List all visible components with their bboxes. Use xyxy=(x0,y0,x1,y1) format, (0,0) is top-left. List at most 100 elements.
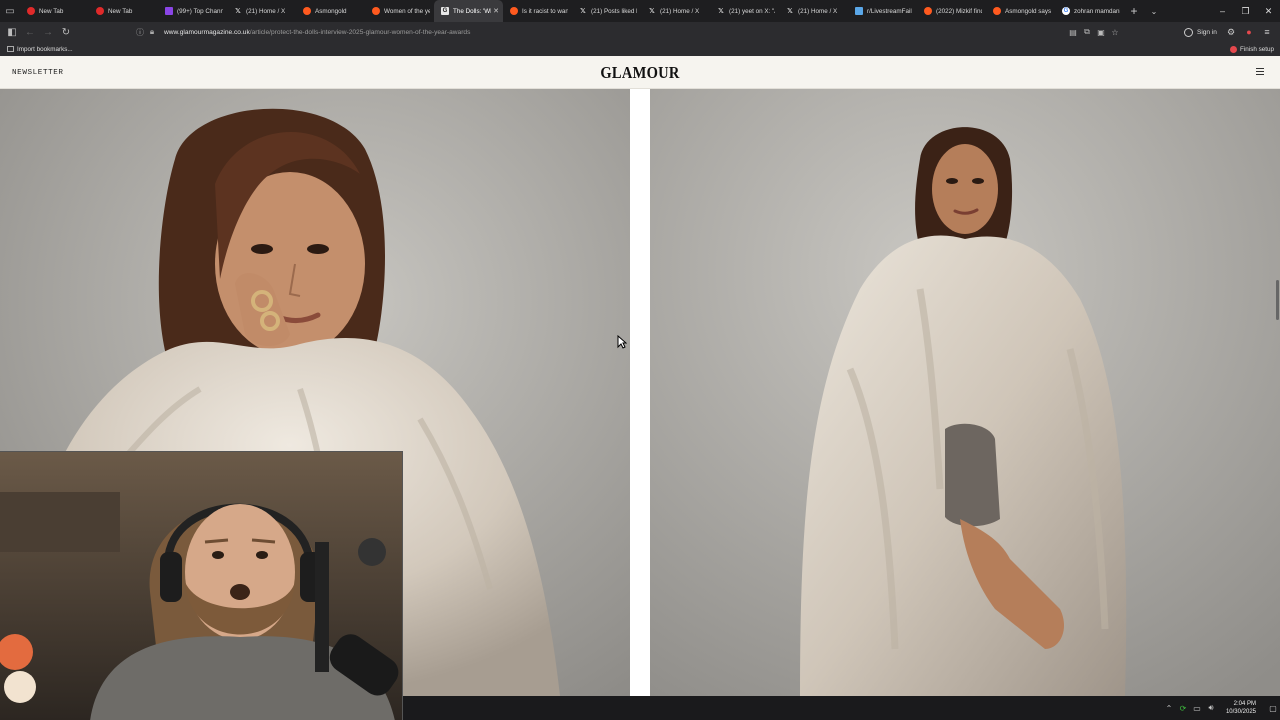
browser-tab[interactable]: 𝕏 (21) Home / X xyxy=(227,0,296,22)
bookmark-star-icon[interactable]: ☆ xyxy=(1108,28,1122,37)
site-info-icon[interactable]: ⓘ xyxy=(134,27,146,38)
import-bookmarks-label: Import bookmarks... xyxy=(17,45,73,53)
browser-tab[interactable]: 𝕏 (21) Posts liked by xyxy=(572,0,641,22)
url-path: /article/protect-the-dolls-interview-202… xyxy=(249,28,471,36)
copilot-icon[interactable]: ● xyxy=(1240,27,1258,37)
site-menu-icon[interactable] xyxy=(1256,68,1264,75)
browser-tab[interactable]: Is it racist to want xyxy=(503,0,572,22)
browser-tab[interactable]: 𝕏 (21) yeet on X: "A xyxy=(710,0,779,22)
tab-title: (2022) Mizkif finds xyxy=(936,7,982,15)
url-host: www.glamourmagazine.co.uk xyxy=(164,28,250,36)
reddit-icon xyxy=(510,7,518,15)
browser-tab[interactable]: r/LivestreamFail xyxy=(848,0,917,22)
x-icon: 𝕏 xyxy=(718,7,724,15)
sync-icon[interactable]: ⟳ xyxy=(1176,704,1190,713)
full-length-illustration xyxy=(650,89,1280,696)
browser-tab[interactable]: 𝕏 (21) Home / X xyxy=(641,0,710,22)
browser-tab[interactable]: Asmongold says / xyxy=(986,0,1055,22)
toolbar-right-actions: ⚙ ● ≡ xyxy=(1222,22,1276,42)
tab-title: Women of the yea xyxy=(384,7,430,15)
screen: ▭ New Tab New Tab (99+) Top Channe 𝕏 (21) Ho… xyxy=(0,0,1280,720)
browser-tab[interactable]: (99+) Top Channe xyxy=(158,0,227,22)
glamour-icon: G xyxy=(441,7,449,15)
x-icon: 𝕏 xyxy=(649,7,655,15)
x-icon: 𝕏 xyxy=(580,7,586,15)
tab-title: Asmongold xyxy=(315,7,347,15)
close-tab-icon[interactable]: ✕ xyxy=(493,7,499,15)
livestreamfail-icon xyxy=(855,7,863,15)
browser-tab[interactable]: New Tab xyxy=(20,0,89,22)
screenshot-icon[interactable]: ⧉ xyxy=(1080,27,1094,37)
browser-tab[interactable]: G The Dolls: 'Whe✕ xyxy=(434,0,503,22)
reddit-icon xyxy=(924,7,932,15)
glamour-logo[interactable]: GLAMOUR xyxy=(77,63,1203,83)
sidebar-toggle-icon[interactable]: ◧ xyxy=(3,22,21,42)
tab-title: (21) Home / X xyxy=(246,7,286,15)
notifications-icon[interactable]: ▢ xyxy=(1266,704,1280,713)
tab-title: r/LivestreamFail xyxy=(867,7,912,15)
browser-tab[interactable]: New Tab xyxy=(89,0,158,22)
browser-tab[interactable]: Gzohran mamdani xyxy=(1055,0,1124,22)
clock-date: 10/30/2025 xyxy=(1225,709,1256,715)
taskbar-clock[interactable]: 2:04 PM 10/30/2025 xyxy=(1226,700,1256,716)
browser-tab[interactable]: Women of the yea xyxy=(365,0,434,22)
profile-avatar-icon xyxy=(1184,27,1193,37)
folder-icon xyxy=(7,46,14,52)
browser-menu-icon[interactable]: ≡ xyxy=(1258,27,1276,37)
url-text: www.glamourmagazine.co.uk/article/protec… xyxy=(164,29,470,36)
install-app-icon[interactable]: ▣ xyxy=(1094,28,1108,37)
restore-icon[interactable]: ❐ xyxy=(1234,0,1257,22)
network-icon[interactable]: ▭ xyxy=(1190,704,1204,713)
back-icon[interactable]: ← xyxy=(21,22,39,42)
streamer-webcam-overlay xyxy=(0,451,403,720)
tab-actions-menu-icon[interactable]: ▭ xyxy=(0,0,20,22)
import-bookmarks-link[interactable]: Import bookmarks... xyxy=(7,46,73,53)
page-scrollbar[interactable] xyxy=(1276,280,1279,320)
forward-icon[interactable]: → xyxy=(39,22,57,42)
tray-overflow-chevron-icon[interactable]: ⌃ xyxy=(1162,704,1176,713)
clock-time: 2:04 PM xyxy=(1233,701,1256,707)
tab-title: (99+) Top Channe xyxy=(177,7,223,15)
reader-mode-icon[interactable]: ▤ xyxy=(1066,28,1080,37)
reddit-icon xyxy=(303,7,311,15)
google-icon: G xyxy=(1062,7,1070,15)
tab-title: The Dolls: 'Whe xyxy=(453,7,491,15)
close-window-icon[interactable]: ✕ xyxy=(1257,0,1280,22)
tab-title: Is it racist to want xyxy=(522,7,568,15)
profile-dot-icon xyxy=(1230,45,1238,53)
youtube-icon xyxy=(96,7,104,15)
newsletter-link[interactable]: NEWSLETTER xyxy=(12,69,64,77)
tab-title: zohran mamdani xyxy=(1074,7,1120,15)
address-bar[interactable]: ⓘ 🔒︎ www.glamourmagazine.co.uk/article/p… xyxy=(134,25,1124,39)
windows-taskbar: ⌃ ⟳ ▭ 🔊︎ 2:04 PM 10/30/2025 ▢ xyxy=(403,696,1280,720)
tab-title: (21) Home / X xyxy=(798,7,838,15)
extensions-icon[interactable]: ⚙ xyxy=(1222,27,1240,38)
tab-title: (21) Posts liked by xyxy=(591,7,637,15)
tab-list: New Tab New Tab (99+) Top Channe 𝕏 (21) Home… xyxy=(20,0,1124,22)
tab-title: New Tab xyxy=(108,7,133,15)
x-icon: 𝕏 xyxy=(787,7,793,15)
profile-sign-in-button[interactable]: Sign in xyxy=(1184,22,1217,42)
reddit-icon xyxy=(372,7,380,15)
article-photo-right xyxy=(650,89,1280,696)
reddit-icon xyxy=(993,7,1001,15)
tab-search-chevron-icon[interactable]: ⌄ xyxy=(1144,7,1164,16)
window-controls: – ❐ ✕ xyxy=(1211,0,1280,22)
browser-tab[interactable]: (2022) Mizkif finds xyxy=(917,0,986,22)
reload-icon[interactable]: ↻ xyxy=(57,22,75,42)
minimize-icon[interactable]: – xyxy=(1211,0,1234,22)
tab-strip: ▭ New Tab New Tab (99+) Top Channe 𝕏 (21) Ho… xyxy=(0,0,1280,22)
youtube-icon xyxy=(27,7,35,15)
x-icon: 𝕏 xyxy=(235,7,241,15)
bookmarks-bar: Import bookmarks... Finish setup xyxy=(0,42,1280,56)
tab-title: New Tab xyxy=(39,7,64,15)
tab-title: Asmongold says / xyxy=(1005,7,1051,15)
browser-tab[interactable]: 𝕏 (21) Home / X xyxy=(779,0,848,22)
new-tab-button[interactable]: + xyxy=(1124,4,1144,18)
volume-icon[interactable]: 🔊︎ xyxy=(1204,703,1218,713)
browser-tab[interactable]: Asmongold xyxy=(296,0,365,22)
finish-setup-button[interactable]: Finish setup xyxy=(1230,42,1274,56)
webcam-illustration xyxy=(0,452,402,720)
sign-in-label: Sign in xyxy=(1197,28,1217,36)
twitch-icon xyxy=(165,7,173,15)
